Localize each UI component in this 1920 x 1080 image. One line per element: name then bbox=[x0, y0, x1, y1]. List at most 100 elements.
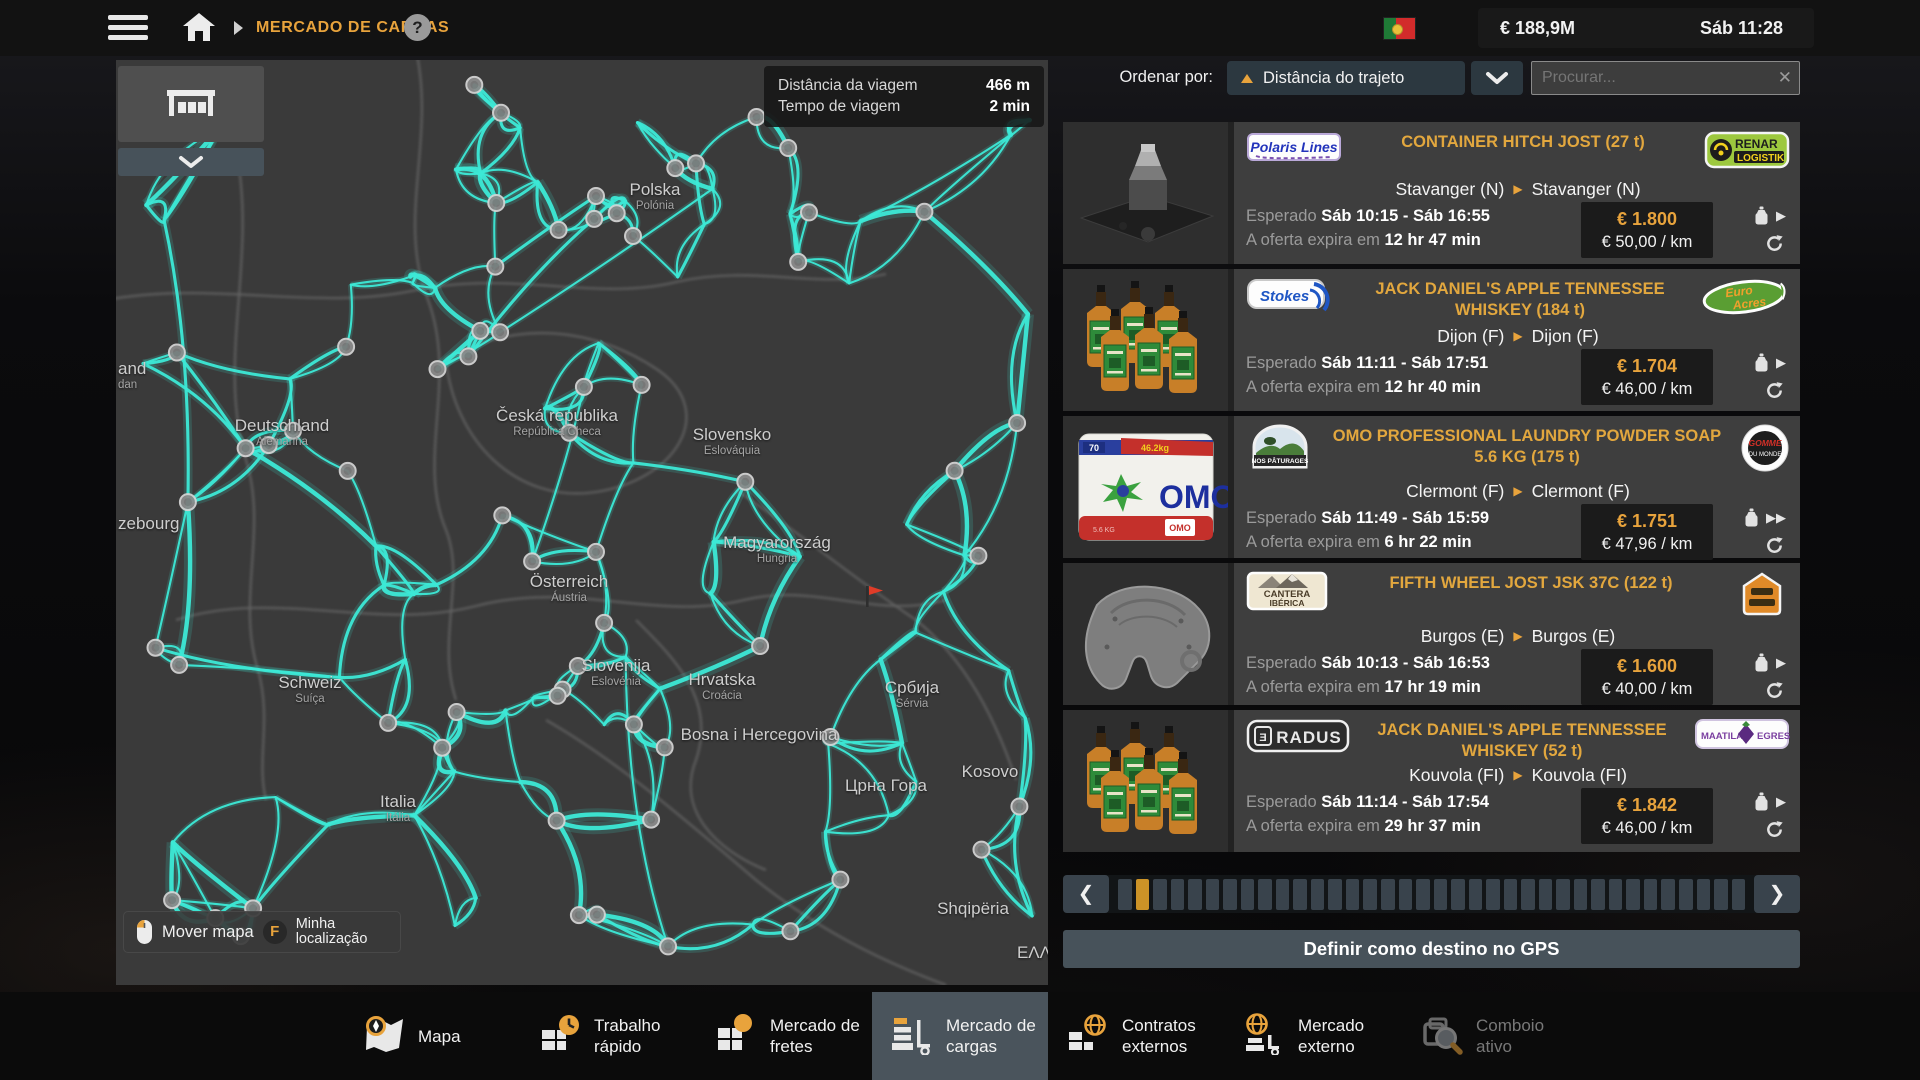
trip-time-value: 2 min bbox=[990, 96, 1030, 117]
breadcrumb-arrow-icon bbox=[234, 21, 243, 35]
urgency-chevrons-icon: ▶▶ bbox=[1766, 510, 1786, 525]
move-map-label: Mover mapa bbox=[162, 923, 254, 942]
nav-tab-map[interactable]: Mapa bbox=[344, 992, 520, 1080]
offer-list: Polaris Lines CONTAINER HITCH JOST (27 t… bbox=[1063, 122, 1800, 857]
sort-ascending-icon bbox=[1241, 74, 1253, 83]
page-tick[interactable] bbox=[1171, 879, 1185, 910]
page-tick[interactable] bbox=[1118, 879, 1132, 910]
price-value: € 1.751 bbox=[1581, 509, 1713, 533]
page-tick[interactable] bbox=[1153, 879, 1167, 910]
page-tick[interactable] bbox=[1504, 879, 1518, 910]
page-tick[interactable] bbox=[1293, 879, 1307, 910]
set-gps-destination-button[interactable]: Definir como destino no GPS bbox=[1063, 930, 1800, 968]
map-canvas[interactable] bbox=[116, 60, 1048, 985]
cargo-title: OMO PROFESSIONAL LAUNDRY POWDER SOAP 5.6… bbox=[1314, 423, 1740, 468]
page-tick[interactable] bbox=[1679, 879, 1693, 910]
nav-tab-freight[interactable]: Mercado defretes bbox=[696, 992, 872, 1080]
trip-time-label: Tempo de viagem bbox=[778, 96, 900, 117]
cargo-image bbox=[1063, 563, 1228, 705]
page-tick[interactable] bbox=[1469, 879, 1483, 910]
page-tick[interactable] bbox=[1416, 879, 1430, 910]
route-arrow-icon: ▶ bbox=[1513, 768, 1522, 782]
page-tick[interactable] bbox=[1311, 879, 1325, 910]
cargo-offer-card[interactable]: CANTERA IBÉRICA FIFTH WHEEL JOST JSK 37C… bbox=[1063, 563, 1800, 705]
map-layer-button[interactable] bbox=[118, 66, 264, 142]
route-arrow-icon: ▶ bbox=[1513, 629, 1522, 643]
page-tick[interactable] bbox=[1276, 879, 1290, 910]
extcontracts-icon bbox=[1066, 1013, 1110, 1060]
next-page-button[interactable]: ❯ bbox=[1754, 875, 1800, 913]
page-tick[interactable] bbox=[1206, 879, 1220, 910]
search-input[interactable] bbox=[1532, 62, 1799, 94]
sort-dropdown[interactable]: Distância do trajeto bbox=[1227, 61, 1465, 95]
route-to: Kouvola (FI) bbox=[1532, 765, 1627, 785]
menu-icon[interactable] bbox=[108, 15, 148, 41]
page-tick[interactable] bbox=[1328, 879, 1342, 910]
urgency-chevron-icon: ▶ bbox=[1776, 655, 1786, 670]
page-tick[interactable] bbox=[1451, 879, 1465, 910]
clear-search-icon[interactable]: ✕ bbox=[1778, 68, 1792, 88]
nav-tab-extcontracts[interactable]: Contratosexternos bbox=[1048, 992, 1224, 1080]
page-tick[interactable] bbox=[1609, 879, 1623, 910]
nav-tab-extmarket[interactable]: Mercadoexterno bbox=[1224, 992, 1400, 1080]
cargo-offer-card[interactable]: Polaris Lines CONTAINER HITCH JOST (27 t… bbox=[1063, 122, 1800, 264]
map-collapse-button[interactable] bbox=[118, 148, 264, 176]
page-tick[interactable] bbox=[1626, 879, 1640, 910]
return-job-icon bbox=[1765, 381, 1784, 400]
page-tick-active[interactable] bbox=[1136, 879, 1150, 910]
page-tick[interactable] bbox=[1399, 879, 1413, 910]
shipper-logo: Ǝ RADUS bbox=[1246, 717, 1350, 760]
page-tick[interactable] bbox=[1381, 879, 1395, 910]
route-from: Dijon (F) bbox=[1437, 326, 1504, 346]
return-job-icon bbox=[1765, 681, 1784, 700]
previous-page-button[interactable]: ❮ bbox=[1063, 875, 1109, 913]
page-tick[interactable] bbox=[1714, 879, 1728, 910]
route-to: Burgos (E) bbox=[1532, 626, 1616, 646]
page-tick[interactable] bbox=[1521, 879, 1535, 910]
cargo-route: Dijon (F)▶Dijon (F) bbox=[1246, 326, 1790, 347]
help-button[interactable]: ? bbox=[404, 14, 431, 41]
cargo-route: Kouvola (FI)▶Kouvola (FI) bbox=[1246, 765, 1790, 786]
page-tick[interactable] bbox=[1258, 879, 1272, 910]
page-tick[interactable] bbox=[1486, 879, 1500, 910]
home-icon[interactable] bbox=[182, 12, 216, 42]
receiver-logo bbox=[1734, 570, 1790, 623]
page-tick[interactable] bbox=[1363, 879, 1377, 910]
price-per-km: € 47,96 / km bbox=[1581, 533, 1713, 556]
page-tick[interactable] bbox=[1241, 879, 1255, 910]
svg-text:LOGISTIK: LOGISTIK bbox=[1737, 153, 1785, 164]
sort-by-label: Ordenar por: bbox=[1063, 68, 1213, 87]
page-tick[interactable] bbox=[1591, 879, 1605, 910]
cargo-offer-card[interactable]: Ǝ RADUS JACK DANIEL'S APPLE TENNESSEE WH… bbox=[1063, 710, 1800, 852]
svg-text:46.2kg: 46.2kg bbox=[1141, 443, 1169, 453]
svg-text:Stokes: Stokes bbox=[1260, 288, 1309, 305]
cargo-offer-card[interactable]: Stokes JACK DANIEL'S APPLE TENNESSEE WHI… bbox=[1063, 269, 1800, 411]
cargo-title: JACK DANIEL'S APPLE TENNESSEE WHISKEY (5… bbox=[1350, 717, 1694, 762]
page-tick[interactable] bbox=[1556, 879, 1570, 910]
page-tick[interactable] bbox=[1188, 879, 1202, 910]
nav-tab-cargomkt[interactable]: Mercado decargas bbox=[872, 992, 1048, 1080]
nav-tab-convoy: Comboioativo bbox=[1400, 992, 1576, 1080]
price-per-km: € 40,00 / km bbox=[1581, 678, 1713, 701]
price-value: € 1.704 bbox=[1581, 354, 1713, 378]
cargo-image bbox=[1063, 122, 1228, 264]
cargo-offer-card[interactable]: 70 46.2kg OMO OMO 5.6 KG NOS PÂTURAGES O… bbox=[1063, 416, 1800, 558]
offer-flags: ▶▶ bbox=[1713, 502, 1790, 560]
page-tick[interactable] bbox=[1223, 879, 1237, 910]
map-panel[interactable]: DeutschlandAlemanhaPolskaPolóniaČeská re… bbox=[116, 60, 1048, 985]
page-tick[interactable] bbox=[1574, 879, 1588, 910]
nav-tab-quickjob[interactable]: Trabalhorápido bbox=[520, 992, 696, 1080]
page-tick[interactable] bbox=[1697, 879, 1711, 910]
page-tick[interactable] bbox=[1732, 879, 1746, 910]
page-tick[interactable] bbox=[1539, 879, 1553, 910]
page-tick[interactable] bbox=[1434, 879, 1448, 910]
return-job-icon bbox=[1765, 820, 1784, 839]
page-tick[interactable] bbox=[1644, 879, 1658, 910]
svg-text:EGRES: EGRES bbox=[1757, 731, 1790, 742]
page-tick[interactable] bbox=[1661, 879, 1675, 910]
sort-dropdown-button[interactable] bbox=[1471, 61, 1523, 95]
trip-distance-value: 466 m bbox=[986, 75, 1030, 96]
price-per-km: € 46,00 / km bbox=[1581, 817, 1713, 840]
route-from: Stavanger (N) bbox=[1395, 179, 1504, 199]
page-tick[interactable] bbox=[1346, 879, 1360, 910]
